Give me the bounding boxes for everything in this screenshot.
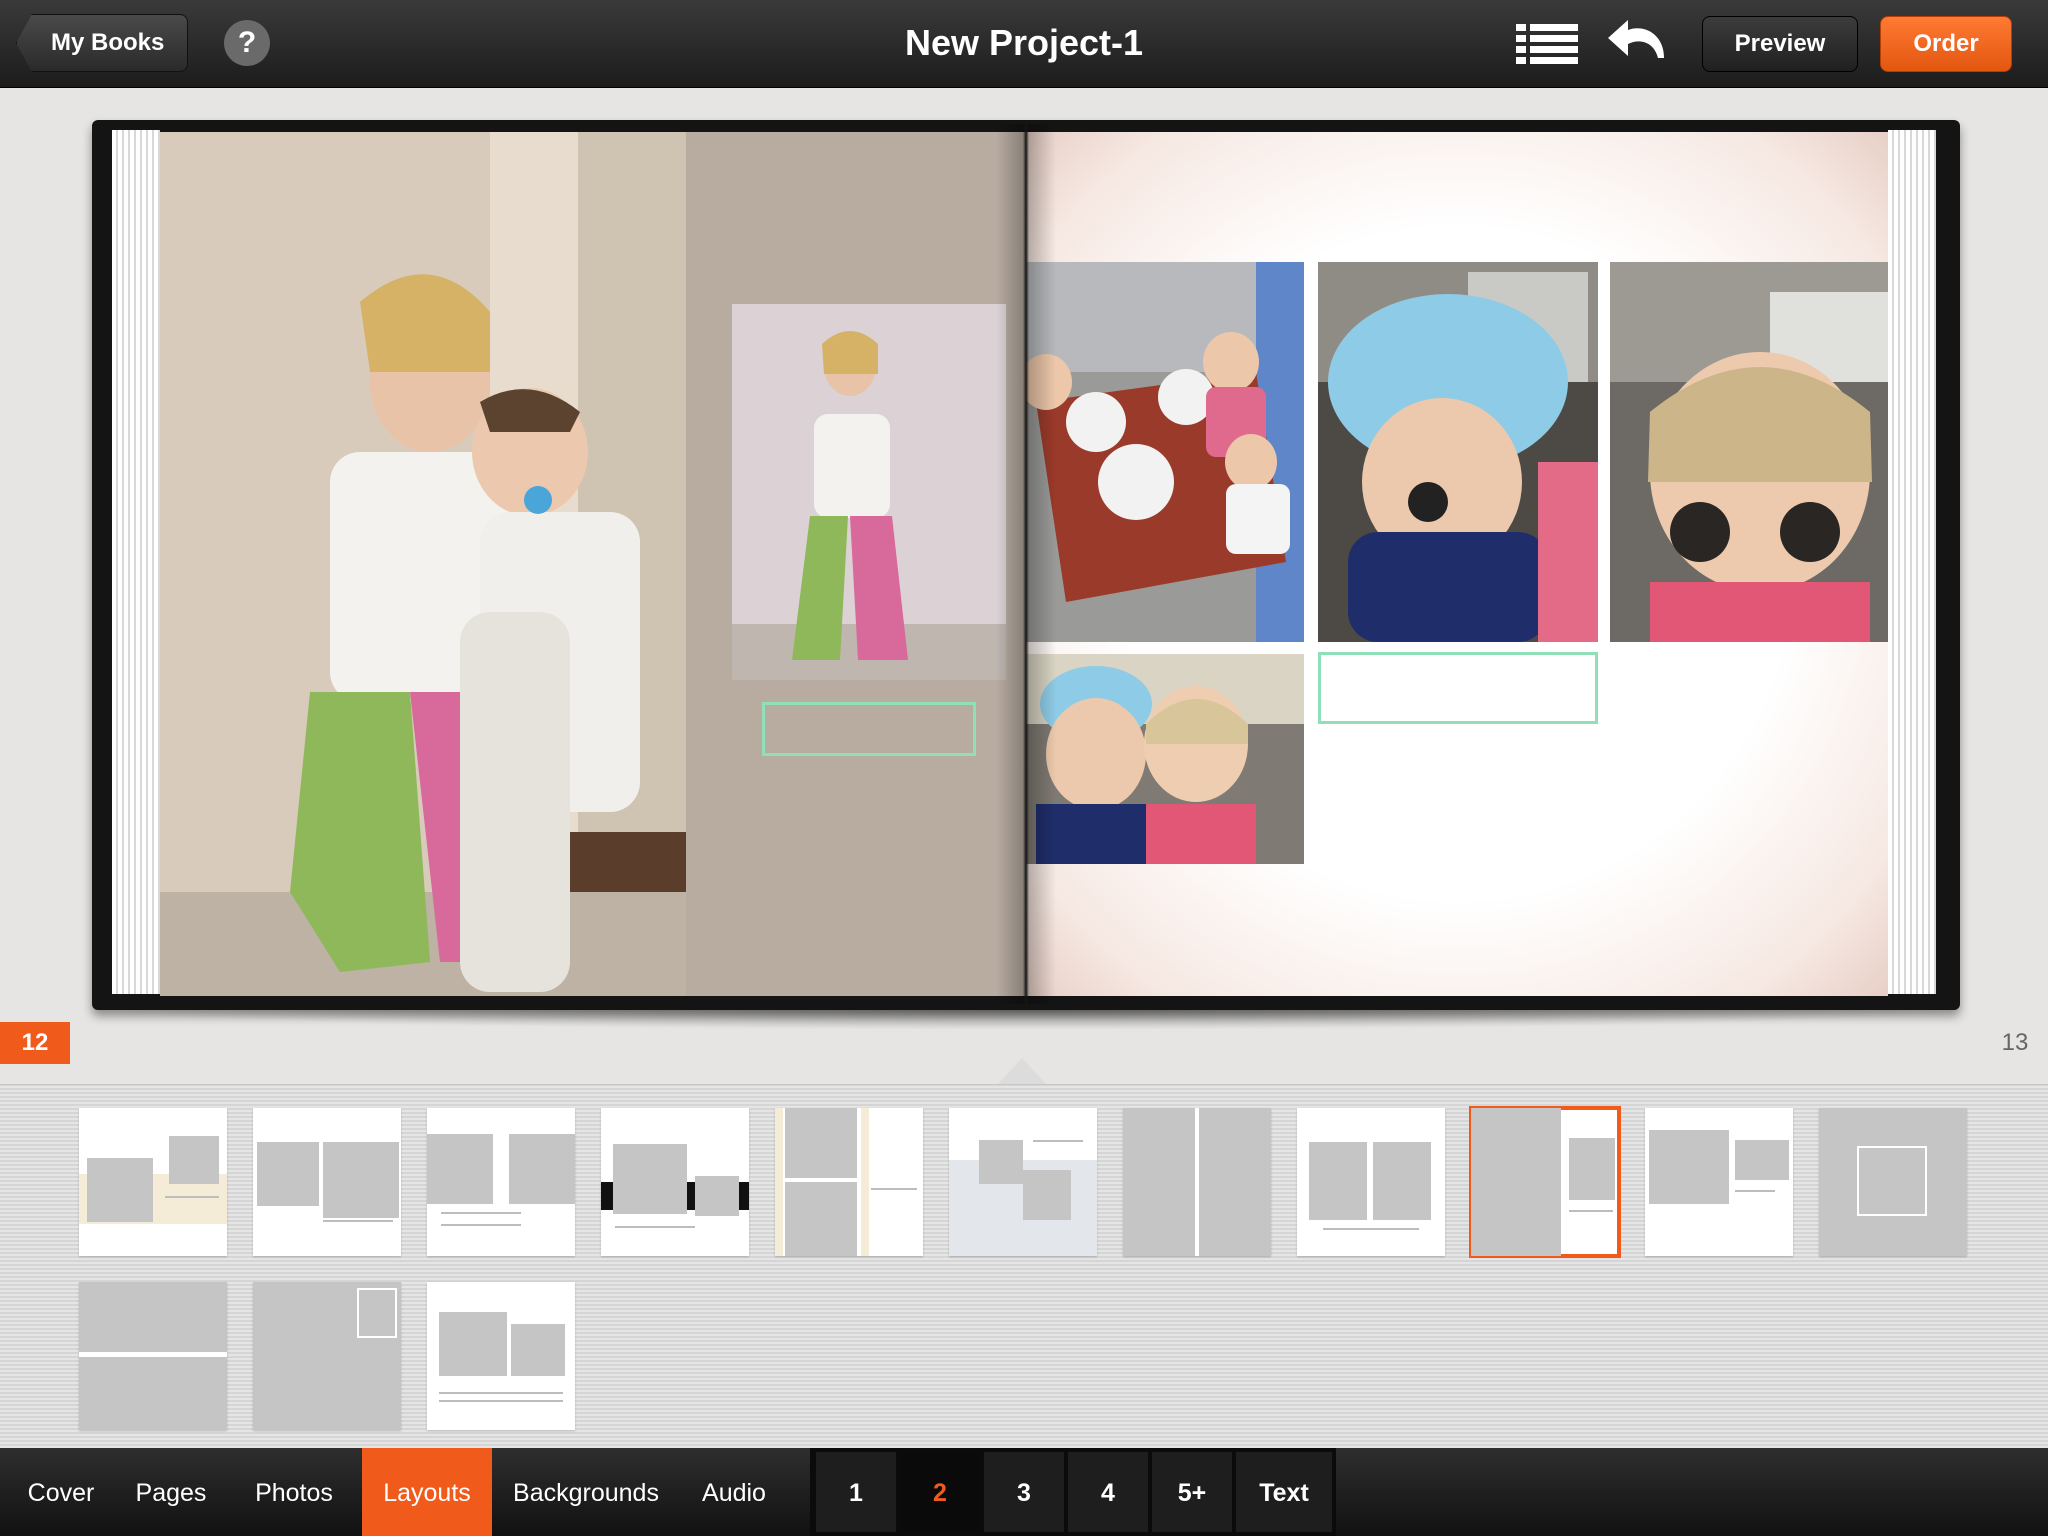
photo-picnic-table[interactable] bbox=[1026, 262, 1304, 642]
caption-placeholder-right[interactable] bbox=[1318, 652, 1598, 724]
layout-thumbnail[interactable] bbox=[253, 1282, 401, 1430]
filter-5-plus-photos[interactable]: 5+ bbox=[1152, 1452, 1232, 1532]
filter-4-photos[interactable]: 4 bbox=[1068, 1452, 1148, 1532]
preview-button[interactable]: Preview bbox=[1702, 16, 1858, 72]
undo-icon[interactable] bbox=[1604, 14, 1672, 70]
tab-photos[interactable]: Photos bbox=[238, 1448, 350, 1536]
left-page-number: 12 bbox=[0, 1022, 70, 1064]
tab-backgrounds[interactable]: Backgrounds bbox=[502, 1448, 670, 1536]
page-edges-left bbox=[112, 130, 160, 994]
filter-3-photos[interactable]: 3 bbox=[984, 1452, 1064, 1532]
layout-thumbnail[interactable] bbox=[427, 1282, 575, 1430]
photo-boy-bucket-hat[interactable] bbox=[1318, 262, 1598, 642]
layout-thumbnail[interactable] bbox=[253, 1108, 401, 1256]
list-icon[interactable] bbox=[1516, 24, 1580, 64]
layout-thumbnail[interactable] bbox=[1819, 1108, 1967, 1256]
filter-text[interactable]: Text bbox=[1236, 1452, 1332, 1532]
layout-thumbnail[interactable] bbox=[1297, 1108, 1445, 1256]
layout-thumbnail-selected[interactable] bbox=[1469, 1106, 1621, 1258]
help-button[interactable]: ? bbox=[224, 20, 270, 66]
filter-2-photos[interactable]: 2 bbox=[900, 1452, 980, 1532]
layout-thumbnail[interactable] bbox=[949, 1108, 1097, 1256]
tab-cover[interactable]: Cover bbox=[14, 1448, 108, 1536]
photo-children-standing[interactable] bbox=[160, 132, 686, 996]
layout-thumbnail[interactable] bbox=[601, 1108, 749, 1256]
layout-thumbnail[interactable] bbox=[775, 1108, 923, 1256]
filter-1-photo[interactable]: 1 bbox=[816, 1452, 896, 1532]
layout-thumbnail[interactable] bbox=[1123, 1108, 1271, 1256]
layout-thumbnail[interactable] bbox=[79, 1108, 227, 1256]
photo-two-kids[interactable] bbox=[1026, 654, 1304, 864]
tray-pointer bbox=[998, 1058, 1046, 1084]
photo-girl-standing[interactable] bbox=[732, 304, 1006, 680]
layout-thumbnail[interactable] bbox=[1645, 1108, 1793, 1256]
photo-girl-cookies[interactable] bbox=[1610, 262, 1888, 642]
left-page[interactable] bbox=[160, 132, 1026, 996]
right-page-number: 13 bbox=[2001, 1029, 2029, 1056]
layout-thumbnail[interactable] bbox=[427, 1108, 575, 1256]
page-edges-right bbox=[1888, 130, 1936, 994]
my-books-button[interactable]: My Books bbox=[16, 14, 188, 72]
layout-thumbnail[interactable] bbox=[79, 1282, 227, 1430]
tab-pages[interactable]: Pages bbox=[124, 1448, 218, 1536]
book-spine bbox=[996, 124, 1056, 1004]
order-button[interactable]: Order bbox=[1880, 16, 2012, 72]
caption-placeholder-left[interactable] bbox=[762, 702, 976, 756]
tab-audio[interactable]: Audio bbox=[686, 1448, 782, 1536]
tab-layouts[interactable]: Layouts bbox=[362, 1448, 492, 1536]
right-page[interactable] bbox=[1026, 132, 1888, 996]
